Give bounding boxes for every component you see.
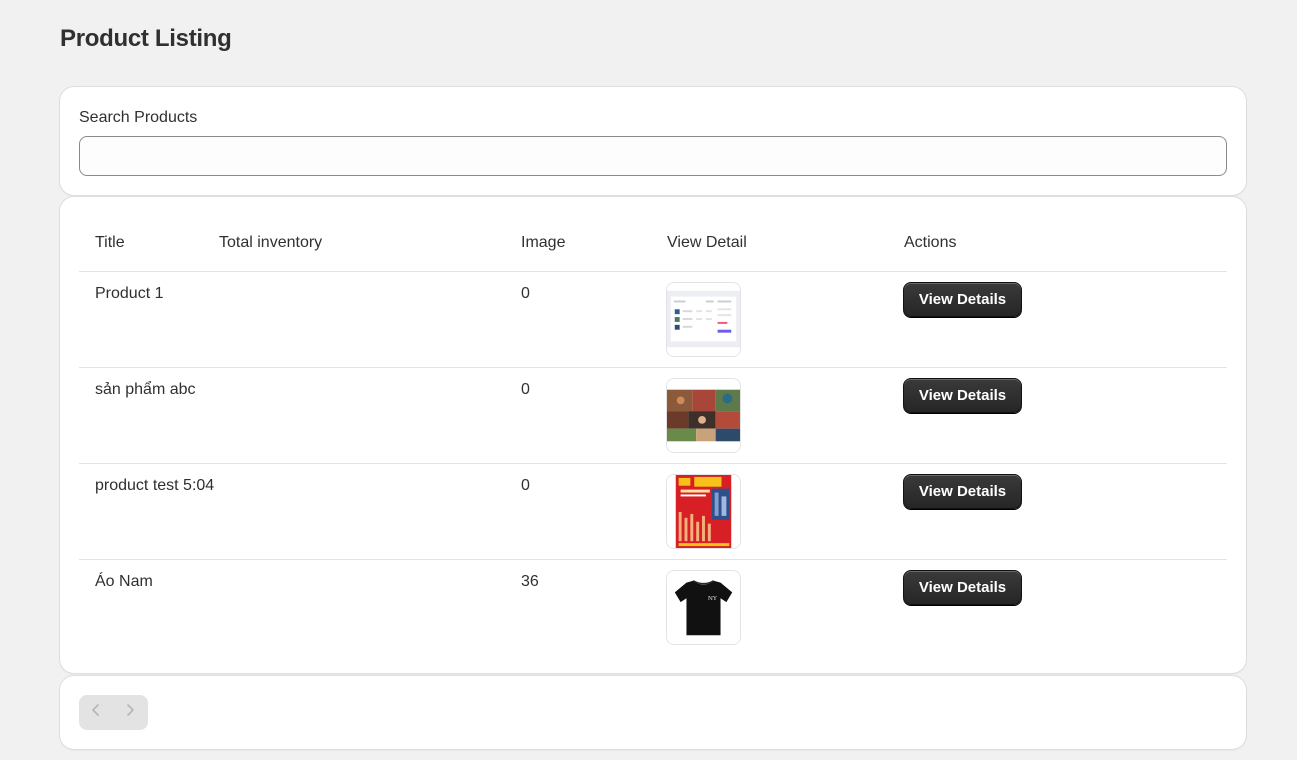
search-label: Search Products xyxy=(79,109,198,126)
product-inventory: 0 xyxy=(521,285,530,302)
product-thumbnail xyxy=(666,282,741,357)
product-thumbnail xyxy=(666,474,741,549)
table-row: Product 1 0 View Details xyxy=(79,272,1227,368)
table-header: Title Total inventory Image View Detail … xyxy=(79,197,1227,272)
product-title: sản phẩm abc xyxy=(95,381,196,398)
table-row: product test 5:04 0 View Details xyxy=(79,464,1227,560)
table-row: sản phẩm abc 0 View Details xyxy=(79,368,1227,464)
product-title: Áo Nam xyxy=(95,573,153,590)
search-input[interactable] xyxy=(79,136,1227,176)
chevron-left-icon xyxy=(91,703,101,722)
dashboard-screenshot-image xyxy=(667,283,740,356)
product-thumbnail xyxy=(666,378,741,453)
previous-page-button[interactable] xyxy=(79,695,113,730)
product-inventory: 36 xyxy=(521,573,539,590)
product-thumbnail: NY xyxy=(666,570,741,645)
chevron-right-icon xyxy=(125,703,135,722)
svg-text:NY: NY xyxy=(708,596,717,602)
photo-collage-image xyxy=(667,379,740,452)
product-title: Product 1 xyxy=(95,285,164,302)
column-header-view-detail: View Detail xyxy=(667,234,747,251)
view-details-button[interactable]: View Details xyxy=(903,570,1022,605)
black-tshirt-image: NY xyxy=(667,571,740,644)
column-header-actions: Actions xyxy=(904,234,957,251)
page-title: Product Listing xyxy=(60,25,232,52)
column-header-inventory: Total inventory xyxy=(219,234,323,251)
product-inventory: 0 xyxy=(521,381,530,398)
pagination-card xyxy=(60,676,1246,749)
product-title: product test 5:04 xyxy=(95,477,215,494)
view-details-button[interactable]: View Details xyxy=(903,474,1022,509)
view-details-button[interactable]: View Details xyxy=(903,282,1022,317)
product-inventory: 0 xyxy=(521,477,530,494)
next-page-button[interactable] xyxy=(113,695,147,730)
pagination xyxy=(79,695,148,730)
column-header-title: Title xyxy=(95,234,125,251)
search-card: Search Products xyxy=(60,87,1246,195)
table-row: Áo Nam 36 NY View Details xyxy=(79,560,1227,656)
product-table: Title Total inventory Image View Detail … xyxy=(60,197,1246,673)
red-promo-poster-image xyxy=(667,475,740,548)
column-header-image: Image xyxy=(521,234,566,251)
view-details-button[interactable]: View Details xyxy=(903,378,1022,413)
